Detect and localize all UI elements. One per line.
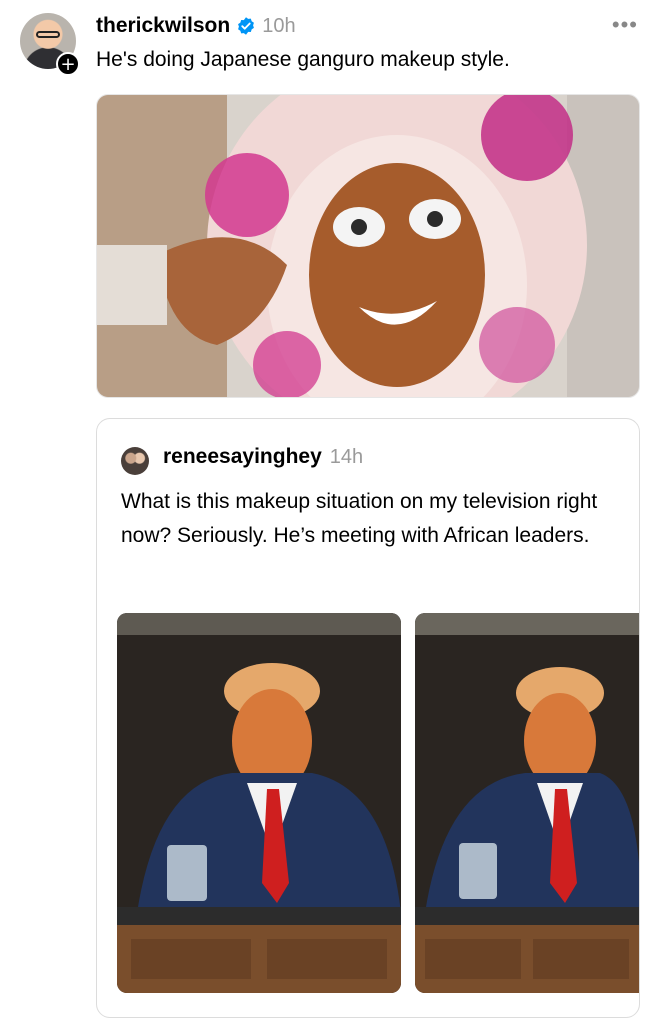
author-username[interactable]: therickwilson [96, 14, 230, 38]
tv-photo-1 [117, 613, 401, 993]
verified-badge-icon [238, 17, 255, 35]
quoted-author-avatar[interactable] [121, 447, 149, 475]
post-time: 10h [262, 14, 296, 37]
post-image-ganguro[interactable] [96, 94, 640, 398]
post-text: He's doing Japanese ganguro makeup style… [96, 48, 510, 71]
quoted-post-card[interactable]: reneesayinghey 14h What is this makeup s… [96, 418, 640, 1018]
ganguro-photo [97, 95, 639, 397]
quoted-image-2[interactable] [415, 613, 639, 993]
avatar-glasses [36, 31, 60, 38]
quoted-post-meta: reneesayinghey 14h [163, 445, 363, 469]
tv-photo-2 [415, 613, 639, 993]
quoted-post-time: 14h [329, 445, 364, 468]
quoted-author-username[interactable]: reneesayinghey [163, 445, 322, 469]
quoted-image-1[interactable] [117, 613, 401, 993]
post-meta: therickwilson 10h [96, 12, 296, 40]
follow-plus-icon[interactable]: + [56, 52, 80, 76]
quoted-post-text: What is this makeup situation on my tele… [121, 490, 598, 547]
more-options-ellipsis-icon[interactable]: ••• [612, 12, 638, 38]
